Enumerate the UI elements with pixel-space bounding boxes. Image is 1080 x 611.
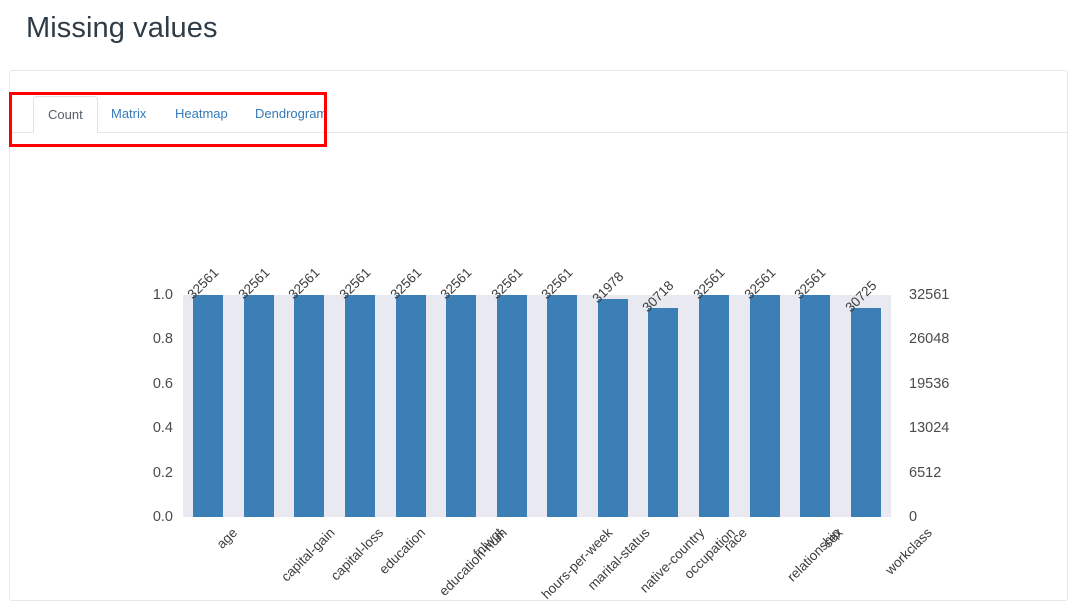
plot-area (183, 295, 891, 517)
left-axis-tick-0.6: 0.6 (152, 375, 173, 392)
tab-matrix-label: Matrix (111, 106, 147, 121)
tab-count-label: Count (48, 107, 83, 122)
bar-fnlwgt (446, 295, 477, 517)
right-axis-tick-19536: 19536 (909, 375, 950, 392)
bar-sex (800, 295, 831, 517)
right-axis-tick-26048: 26048 (909, 331, 950, 348)
tab-heatmap-label: Heatmap (175, 106, 228, 121)
bar-hours-per-week (496, 295, 527, 517)
x-axis-label-capital-gain: capital-gain (278, 525, 338, 585)
page-title: Missing values (26, 12, 218, 44)
bar-occupation (648, 307, 679, 517)
tab-dendrogram-label: Dendrogram (255, 106, 328, 121)
x-axis-label-workclass: workclass (882, 525, 935, 578)
bar-workclass (850, 307, 881, 517)
bar-relationship (749, 295, 780, 517)
bar-education (345, 295, 375, 517)
bar-education-num (395, 295, 426, 517)
tab-heatmap[interactable]: Heatmap (161, 96, 242, 133)
tab-matrix[interactable]: Matrix (97, 96, 160, 133)
bar-marital-status (547, 295, 578, 517)
left-axis-tick-1.0: 1.0 (152, 287, 173, 303)
tab-dendrogram[interactable]: Dendrogram (241, 96, 341, 133)
right-axis-tick-6512: 6512 (909, 464, 942, 481)
bar-capital-gain (243, 295, 274, 517)
tab-count[interactable]: Count (33, 96, 98, 133)
left-axis-tick-0.4: 0.4 (152, 420, 173, 437)
x-axis-label-capital-loss: capital-loss (328, 525, 387, 584)
left-axis-tick-0.2: 0.2 (152, 464, 173, 481)
bar-native-country (597, 298, 628, 517)
x-axis-label-age: age (213, 525, 241, 552)
left-axis-tick-0.8: 0.8 (152, 331, 173, 348)
tab-bar: Count Matrix Heatmap Dendrogram (10, 96, 1067, 133)
right-axis-tick-32561: 32561 (909, 287, 950, 303)
bar-race (699, 295, 729, 517)
missing-values-count-chart: 32561 age 32561 capital-gain 32561 capital-lo… (10, 134, 1069, 602)
left-axis-tick-0.0: 0.0 (152, 509, 173, 525)
right-axis-tick-13024: 13024 (909, 420, 950, 437)
bar-capital-loss (294, 295, 325, 517)
bar-age (193, 295, 224, 517)
missing-values-panel: Count Matrix Heatmap Dendrogram 32561 age… (9, 70, 1069, 602)
right-axis-tick-0: 0 (909, 509, 918, 525)
